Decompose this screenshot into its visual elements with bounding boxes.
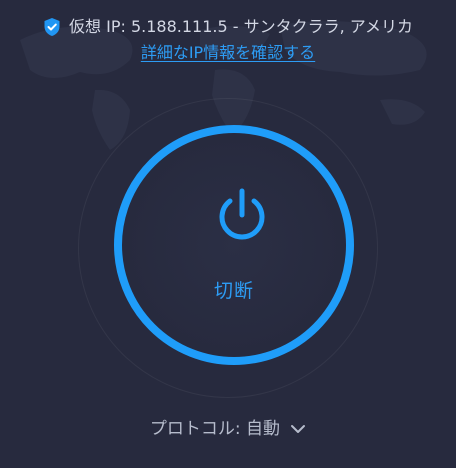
shield-check-icon (44, 18, 60, 36)
protocol-selector[interactable]: プロトコル: 自動 (0, 418, 456, 440)
virtual-ip-label: 仮想 IP: 5.188.111.5 - サンタクララ, アメリカ (69, 17, 413, 36)
disconnect-label: 切断 (213, 280, 254, 302)
chevron-down-icon (291, 425, 306, 433)
ip-details-link[interactable]: 詳細なIP情報を確認する (0, 42, 456, 64)
disconnect-button[interactable]: 切断 (114, 125, 354, 365)
protocol-label: プロトコル: 自動 (149, 419, 281, 439)
virtual-ip-status: 仮想 IP: 5.188.111.5 - サンタクララ, アメリカ (0, 16, 456, 38)
power-icon (219, 188, 265, 240)
